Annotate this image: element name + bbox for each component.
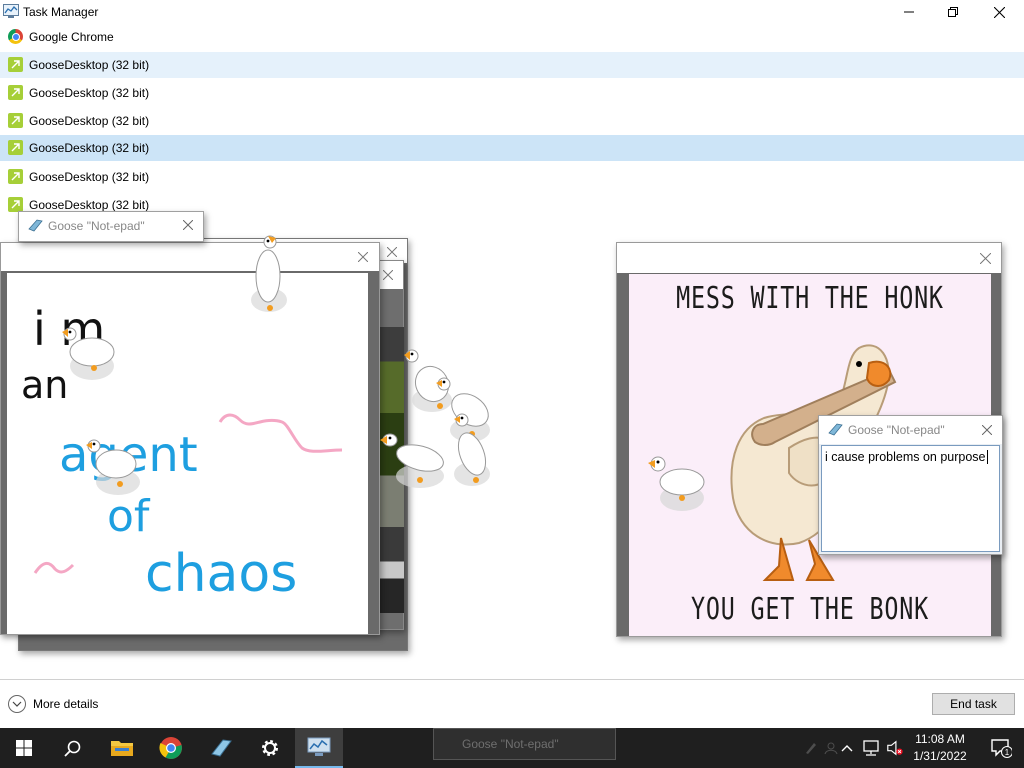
restore-icon (948, 7, 958, 17)
process-name: GooseDesktop (32 bit) (29, 58, 150, 72)
close-icon (183, 220, 193, 230)
process-name: GooseDesktop (32 bit) (29, 114, 150, 128)
goose-desktop-icon (8, 57, 23, 72)
clock-time[interactable]: 11:08 AM (912, 732, 968, 746)
start-button[interactable] (0, 728, 48, 768)
pink-scribble (33, 562, 75, 574)
close-icon (358, 252, 368, 262)
clock-date[interactable]: 1/31/2022 (910, 749, 970, 763)
pen-icon[interactable] (802, 739, 820, 757)
volume-muted-icon[interactable] (886, 739, 904, 757)
window-titlebar (1, 243, 379, 271)
poster-top-text: MESS WITH THE HONK (676, 281, 944, 316)
goose-notepad-window[interactable]: Goose "Not-epad" i cause problems on pur… (818, 415, 1003, 555)
goose-sprite (251, 235, 287, 312)
drawing-text-line4: of (107, 491, 151, 542)
process-row[interactable]: GooseDesktop (32 bit) (0, 164, 1024, 190)
task-manager-icon (307, 737, 331, 756)
network-icon[interactable] (862, 739, 880, 757)
minimize-button[interactable] (886, 0, 932, 24)
action-center-button[interactable]: 1 (978, 728, 1024, 768)
chrome-icon (8, 29, 23, 44)
process-row[interactable]: GooseDesktop (32 bit) (0, 108, 1024, 134)
goose-sprite (62, 327, 115, 380)
gear-icon (262, 740, 278, 756)
close-icon (387, 247, 397, 257)
notification-count: 1 (1005, 748, 1010, 757)
goose-desktop-icon (8, 113, 23, 128)
chrome-icon (159, 737, 182, 759)
close-button[interactable] (976, 0, 1022, 24)
dragged-window-preview: Goose "Not-epad" (433, 728, 616, 760)
window-titlebar: Goose "Not-epad" (819, 416, 1002, 444)
process-name: GooseDesktop (32 bit) (29, 141, 150, 155)
notification-icon: 1 (991, 739, 1012, 758)
goose-sprite (454, 413, 490, 486)
goose-sprite (648, 456, 705, 511)
close-icon (979, 252, 991, 264)
goose-desktop-icon (8, 197, 23, 212)
window-titlebar (617, 243, 1001, 273)
close-button[interactable] (974, 417, 1000, 443)
chevron-down-icon (8, 695, 26, 713)
task-manager-titlebar: Task Manager (0, 0, 1024, 24)
process-name: GooseDesktop (32 bit) (29, 86, 150, 100)
taskbar: Goose "Not-epad" 11:08 AM 1/31/2022 1 (0, 728, 1024, 768)
restore-button[interactable] (930, 0, 976, 24)
notepad-taskbar-button[interactable] (197, 728, 245, 768)
close-icon (993, 6, 1005, 18)
dragged-window-title: Goose "Not-epad" (462, 737, 559, 751)
footer-divider (0, 679, 1024, 680)
minimize-icon (904, 11, 914, 13)
more-details-toggle[interactable]: More details (8, 694, 98, 714)
search-button[interactable] (48, 728, 96, 768)
close-icon (982, 425, 992, 435)
folder-icon (111, 741, 133, 756)
goose-desktop-icon (8, 85, 23, 100)
search-icon (63, 740, 80, 757)
notepad-icon (211, 739, 232, 757)
process-row[interactable]: Google Chrome (0, 24, 1024, 50)
task-manager-icon (3, 4, 19, 18)
process-name: GooseDesktop (32 bit) (29, 170, 150, 184)
pink-scribble (218, 413, 343, 453)
process-row[interactable]: GooseDesktop (32 bit) (0, 52, 1024, 78)
end-task-button[interactable]: End task (932, 693, 1015, 715)
goose-notepad-window[interactable]: Goose "Not-epad" (18, 211, 204, 242)
poster-bottom-text: YOU GET THE BONK (691, 592, 929, 627)
notepad-title: Goose "Not-epad" (848, 423, 945, 437)
process-row[interactable]: GooseDesktop (32 bit) (0, 80, 1024, 106)
notepad-title: Goose "Not-epad" (48, 219, 145, 233)
process-row[interactable]: GooseDesktop (32 bit) (0, 135, 1024, 161)
more-details-label: More details (33, 697, 99, 711)
goose-sprite (86, 439, 140, 495)
notepad-text-area[interactable]: i cause problems on purpose (821, 445, 1000, 552)
task-manager-taskbar-button[interactable] (295, 728, 343, 768)
close-button[interactable] (350, 244, 376, 270)
windows-logo-icon (16, 740, 32, 756)
close-button[interactable] (972, 245, 998, 271)
window-titlebar: Goose "Not-epad" (19, 212, 203, 239)
process-name: Google Chrome (29, 30, 114, 44)
file-explorer-button[interactable] (98, 728, 146, 768)
goose-desktop-icon (8, 169, 23, 184)
chevron-up-icon[interactable] (838, 739, 856, 757)
goose-sprite (380, 433, 444, 488)
goose-desktop-icon (8, 140, 23, 155)
drawing-text-line5: chaos (145, 544, 297, 604)
close-icon (383, 270, 393, 280)
window-title: Task Manager (23, 5, 99, 19)
chrome-taskbar-button[interactable] (147, 728, 195, 768)
process-name: GooseDesktop (32 bit) (29, 198, 150, 212)
notepad-icon (28, 219, 43, 232)
notepad-icon (828, 423, 843, 436)
settings-button[interactable] (246, 728, 294, 768)
close-button[interactable] (175, 212, 201, 238)
notepad-text: i cause problems on purpose (825, 450, 988, 464)
